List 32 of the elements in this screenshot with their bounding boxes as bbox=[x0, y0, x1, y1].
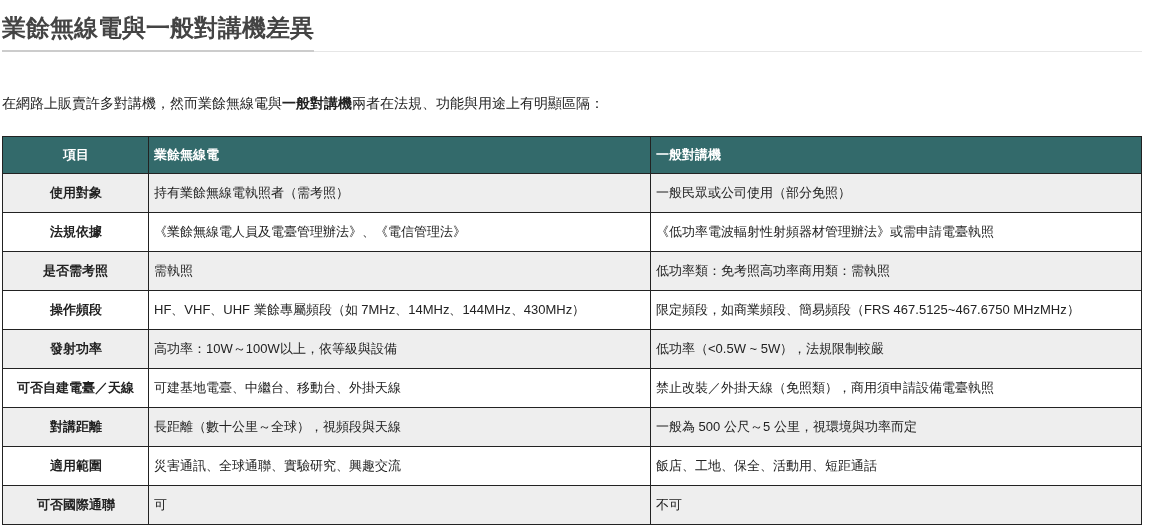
row-header-cell: 可否自建電臺／天線 bbox=[2, 368, 149, 408]
column-header: 業餘無線電 bbox=[148, 136, 651, 174]
table-cell: 持有業餘無線電執照者（需考照） bbox=[148, 173, 651, 213]
row-header-cell: 操作頻段 bbox=[2, 290, 149, 330]
column-header: 一般對講機 bbox=[650, 136, 1142, 174]
row-header-cell: 可否國際通聯 bbox=[2, 485, 149, 525]
table-cell: 低功率（<0.5W ~ 5W），法規限制較嚴 bbox=[650, 329, 1142, 369]
table-cell: 災害通訊、全球通聯、實驗研究、興趣交流 bbox=[148, 446, 651, 486]
row-header-cell: 對講距離 bbox=[2, 407, 149, 447]
table-cell: 飯店、工地、保全、活動用、短距通話 bbox=[650, 446, 1142, 486]
table-cell: 《低功率電波輻射性射頻器材管理辦法》或需申請電臺執照 bbox=[650, 212, 1142, 252]
row-header-cell: 是否需考照 bbox=[2, 251, 149, 291]
table-cell: 長距離（數十公里～全球），視頻段與天線 bbox=[148, 407, 651, 447]
intro-paragraph: 在網路上販賣許多對講機，然而業餘無線電與一般對講機兩者在法規、功能與用途上有明顯區隔： bbox=[2, 94, 605, 113]
table-cell: 需執照 bbox=[148, 251, 651, 291]
table-cell: 《業餘無線電人員及電臺管理辦法》、《電信管理法》 bbox=[148, 212, 651, 252]
table-cell: 禁止改裝／外掛天線（免照類），商用須申請設備電臺執照 bbox=[650, 368, 1142, 408]
table-cell: 不可 bbox=[650, 485, 1142, 525]
row-header-cell: 使用對象 bbox=[2, 173, 149, 213]
row-header-cell: 法規依據 bbox=[2, 212, 149, 252]
table-cell: 一般為 500 公尺～5 公里，視環境與功率而定 bbox=[650, 407, 1142, 447]
row-header-cell: 發射功率 bbox=[2, 329, 149, 369]
table-cell: 可建基地電臺、中繼台、移動台、外掛天線 bbox=[148, 368, 651, 408]
table-cell: HF、VHF、UHF 業餘專屬頻段（如 7MHz、14MHz、144MHz、430MHz） bbox=[148, 290, 651, 330]
table-cell: 一般民眾或公司使用（部分免照） bbox=[650, 173, 1142, 213]
table-cell: 可 bbox=[148, 485, 651, 525]
page-title: 業餘無線電與一般對講機差異 bbox=[2, 10, 314, 52]
column-header: 項目 bbox=[2, 136, 149, 174]
table-cell: 低功率類：免考照高功率商用類：需執照 bbox=[650, 251, 1142, 291]
table-cell: 限定頻段，如商業頻段、簡易頻段（FRS 467.5125~467.6750 MHzMHz） bbox=[650, 290, 1142, 330]
table-cell: 高功率：10W～100W以上，依等級與設備 bbox=[148, 329, 651, 369]
row-header-cell: 適用範圍 bbox=[2, 446, 149, 486]
